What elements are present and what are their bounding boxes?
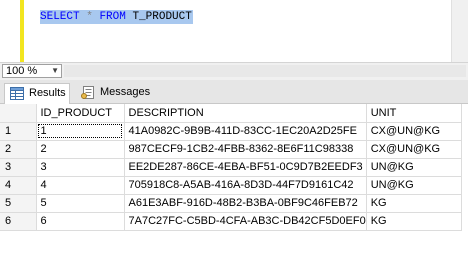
sql-keyword-select: SELECT [40,11,80,23]
column-header-description[interactable]: DESCRIPTION [124,104,367,123]
row-number[interactable]: 1 [0,122,37,141]
sql-table-name: T_PRODUCT [132,11,192,23]
table-row[interactable]: 3 3 EE2DE287-86CE-4EBA-BF51-0C9D7B2EEDF3… [0,158,462,177]
table-row[interactable]: 2 2 987CECF9-1CB2-4FBB-8362-8E6F11C98338… [0,140,462,159]
row-number[interactable]: 5 [0,194,37,213]
table-row[interactable]: 6 6 7A7C27FC-C5BD-4CFA-AB3C-DB42CF5D0EF0… [0,212,462,231]
table-header-row: ID_PRODUCT DESCRIPTION UNIT [0,104,462,123]
cell-unit[interactable]: UN@KG [366,158,462,177]
cell-description[interactable]: 41A0982C-9B9B-411D-83CC-1EC20A2D25FE [124,122,367,141]
cell-description[interactable]: EE2DE287-86CE-4EBA-BF51-0C9D7B2EEDF3 [124,158,367,177]
row-number-header[interactable] [0,104,37,123]
editor-vertical-scrollbar[interactable] [451,0,468,62]
cell-id-product[interactable]: 2 [36,140,125,159]
row-number[interactable]: 4 [0,176,37,195]
cell-description[interactable]: A61E3ABF-916D-48B2-B3BA-0BF9C46FEB72 [124,194,367,213]
sql-editor[interactable]: SELECT * FROM T_PRODUCT [0,0,468,62]
cell-unit[interactable]: CX@UN@KG [366,140,462,159]
sql-keyword-from: FROM [99,11,126,23]
cell-id-product[interactable]: 1 [36,122,125,141]
table-row[interactable]: 5 5 A61E3ABF-916D-48B2-B3BA-0BF9C46FEB72… [0,194,462,213]
cell-id-product[interactable]: 3 [36,158,125,177]
cell-id-product[interactable]: 6 [36,212,125,231]
cell-description[interactable]: 987CECF9-1CB2-4FBB-8362-8E6F11C98338 [124,140,367,159]
cell-description[interactable]: 7A7C27FC-C5BD-4CFA-AB3C-DB42CF5D0EF0 [124,212,367,231]
row-number[interactable]: 2 [0,140,37,159]
cell-id-product[interactable]: 5 [36,194,125,213]
tab-results-label: Results [29,87,66,99]
row-number[interactable]: 3 [0,158,37,177]
zoom-value: 100 % [6,65,38,77]
cell-description[interactable]: 705918C8-A5AB-416A-8D3D-44F7D9161C42 [124,176,367,195]
column-header-id-product[interactable]: ID_PRODUCT [36,104,125,123]
cell-unit[interactable]: KG [366,212,462,231]
column-header-unit[interactable]: UNIT [366,104,462,123]
cell-unit[interactable]: UN@KG [366,176,462,195]
table-row[interactable]: 4 4 705918C8-A5AB-416A-8D3D-44F7D9161C42… [0,176,462,195]
sql-query-line[interactable]: SELECT * FROM T_PRODUCT [40,10,193,24]
table-row[interactable]: 1 1 41A0982C-9B9B-411D-83CC-1EC20A2D25FE… [0,122,462,141]
results-table: ID_PRODUCT DESCRIPTION UNIT 1 1 41A0982C… [0,104,462,231]
tab-messages[interactable]: Messages [76,83,158,104]
chevron-down-icon: ▼ [51,66,59,75]
results-grid[interactable]: ID_PRODUCT DESCRIPTION UNIT 1 1 41A0982C… [0,104,468,259]
cell-unit[interactable]: CX@UN@KG [366,122,462,141]
change-indicator-bar [20,0,24,62]
sql-star: * [86,11,93,23]
results-tabstrip: Results Messages [0,80,468,104]
tab-messages-label: Messages [100,86,151,98]
tab-results[interactable]: Results [4,83,70,104]
row-number[interactable]: 6 [0,212,37,231]
cell-unit[interactable]: KG [366,194,462,213]
messages-icon [81,86,94,99]
editor-horizontal-scrollbar[interactable] [64,65,466,77]
cell-id-product[interactable]: 4 [36,176,125,195]
zoom-dropdown[interactable]: 100 % ▼ [2,64,62,78]
zoom-strip: 100 % ▼ [0,62,468,80]
grid-icon [10,87,24,100]
